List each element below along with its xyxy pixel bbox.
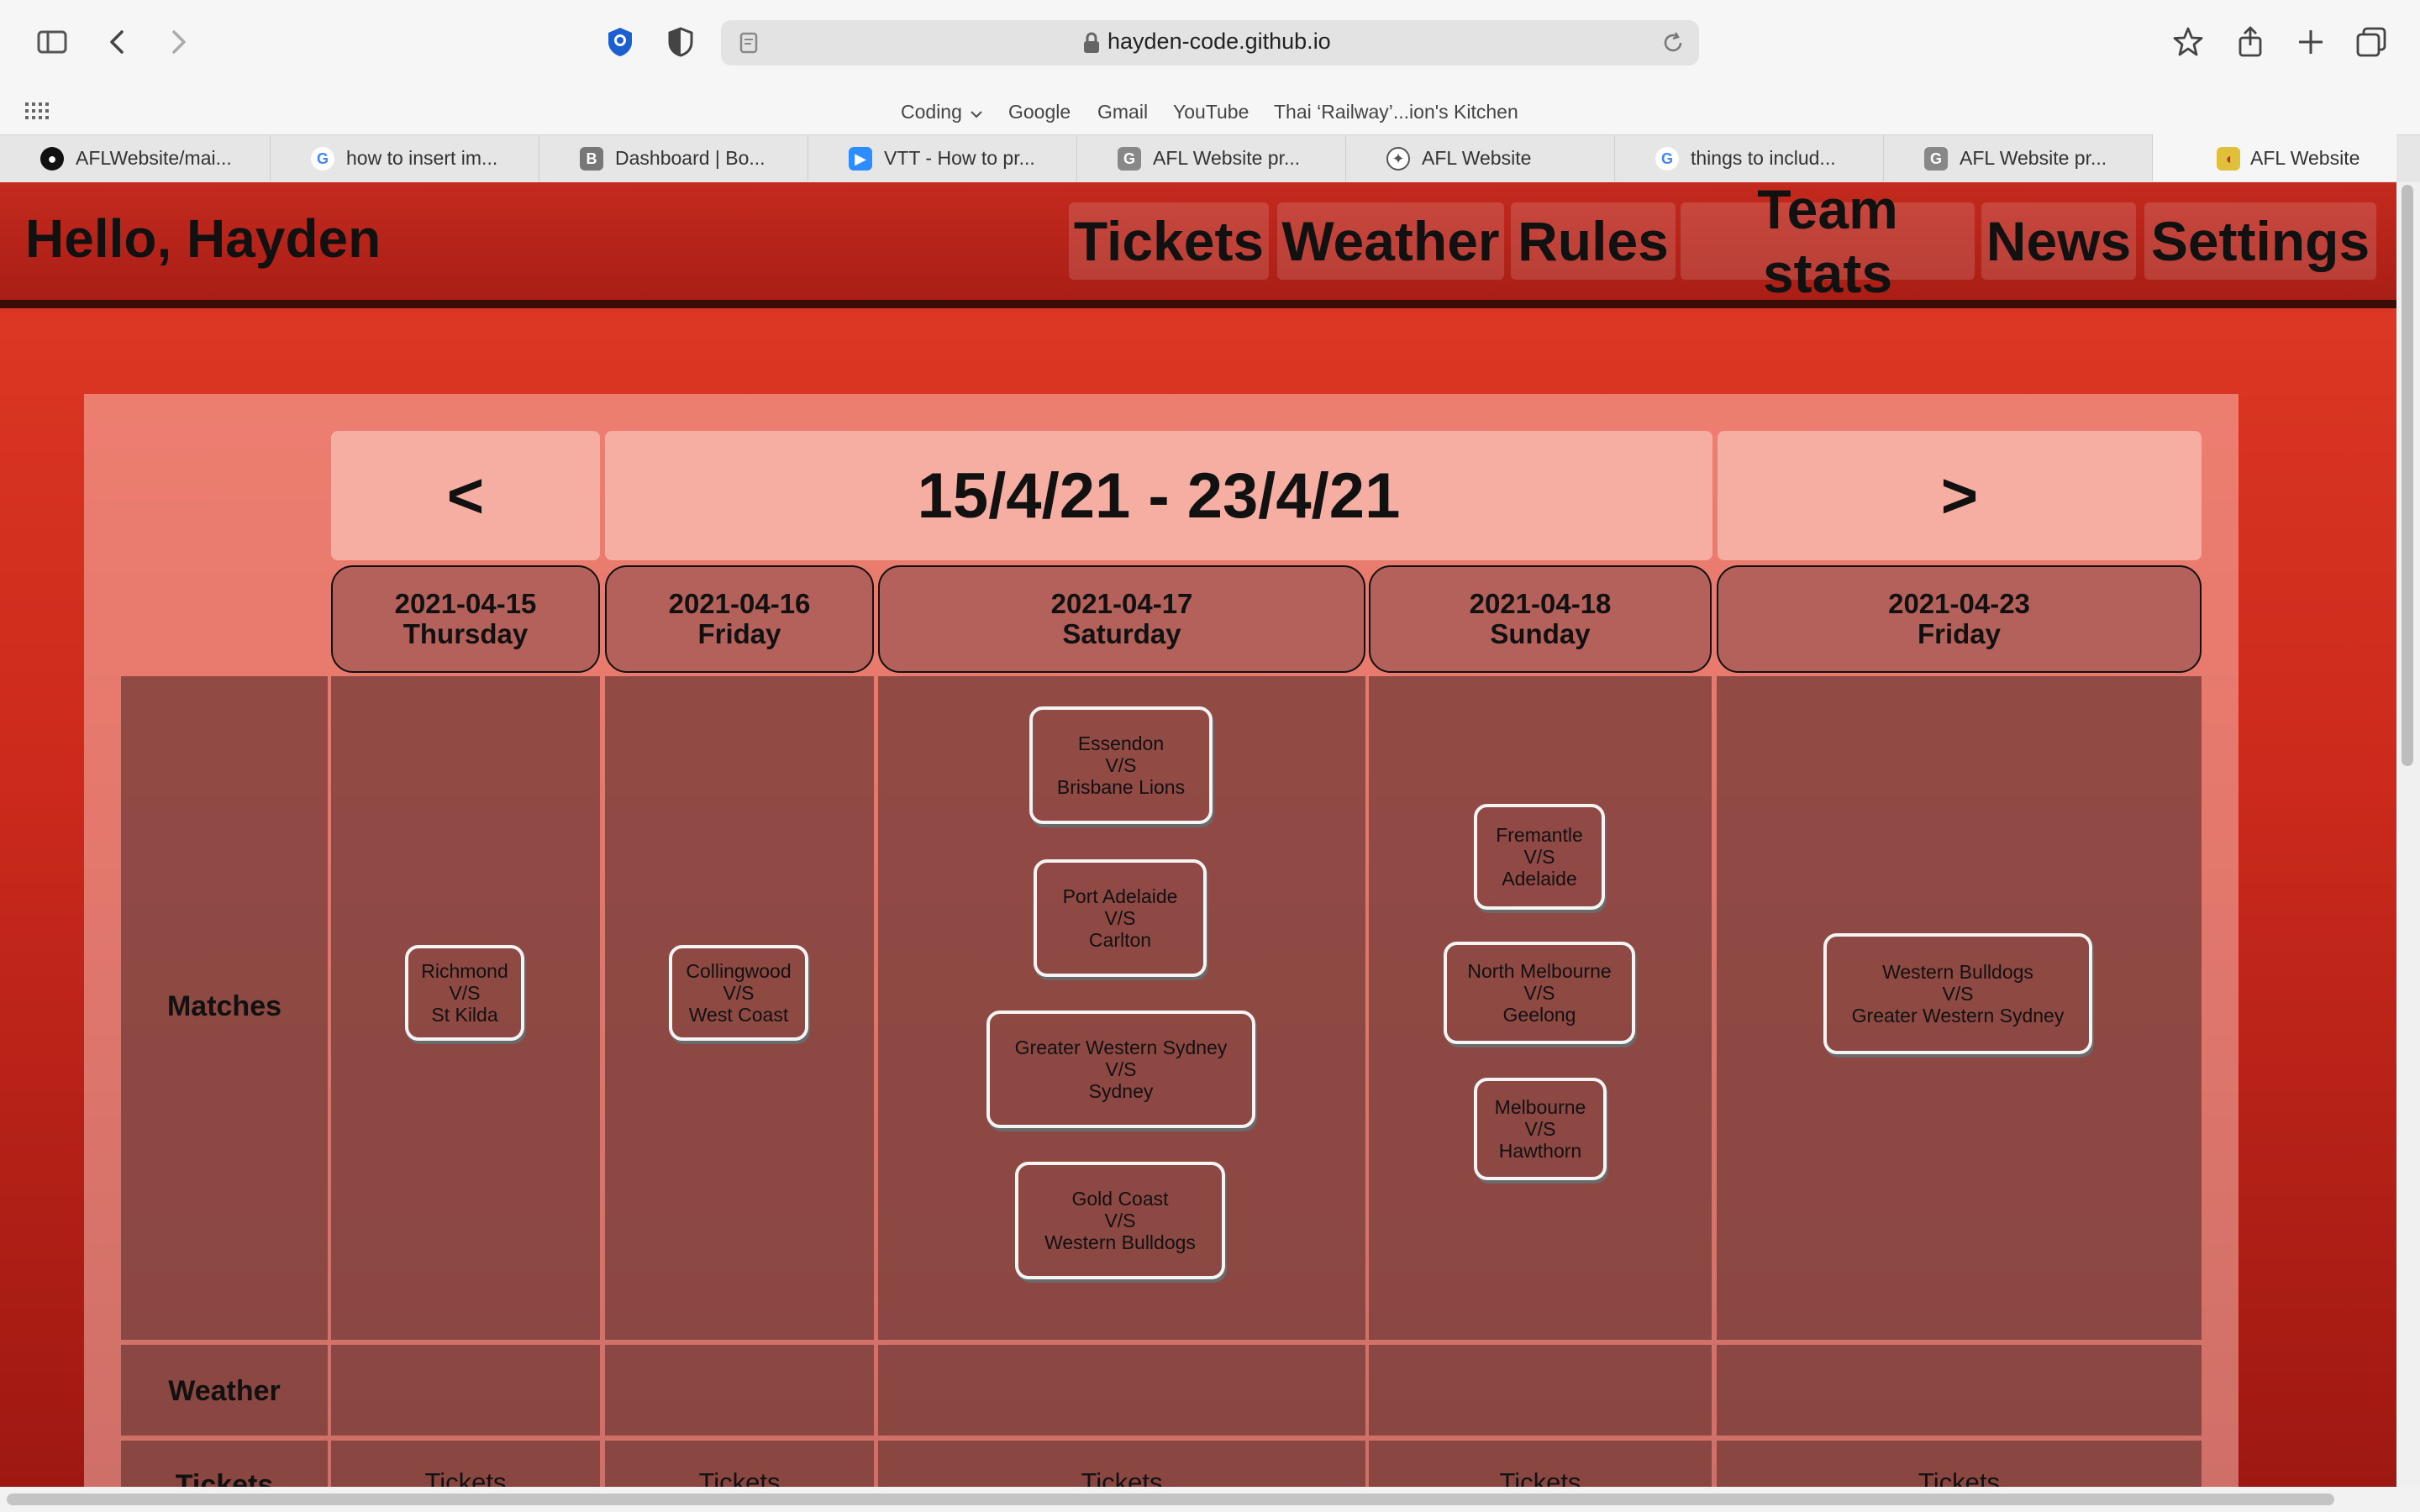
favorite-coding[interactable]: Coding [901,101,962,123]
tickets-link[interactable]: Tickets [878,1467,1365,1487]
privacy-shield-icon[interactable] [659,20,702,64]
tab-afl-website-1[interactable]: ✦ AFL Website [1346,134,1615,181]
favorite-google[interactable]: Google [1008,101,1071,123]
compass-icon: ✦ [1386,147,1410,171]
tab-afl-website-pr-1[interactable]: G AFL Website pr... [1077,134,1346,181]
page: Hello, Hayden Tickets Weather Rules Team… [0,182,2396,1487]
horizontal-scroll-thumb[interactable] [7,1494,2334,1505]
nav-weather[interactable]: Weather [1277,202,1504,280]
b-icon: B [580,147,603,171]
tab-afl-website-pr-2[interactable]: G AFL Website pr... [1884,134,2153,181]
tab-overview-icon[interactable] [2349,20,2393,64]
favorite-gmail[interactable]: Gmail [1097,101,1148,123]
tab-aflwebsite-github[interactable]: ● AFLWebsite/mai... [0,134,271,181]
match-card[interactable]: Collingwood V/S West Coast [669,945,808,1041]
day-header-2021-04-23: 2021-04-23 Friday [1717,565,2202,673]
g-icon: G [1118,147,1141,171]
weather-cell [605,1345,874,1436]
match-card[interactable]: Fremantle V/S Adelaide [1474,804,1605,910]
favorite-youtube[interactable]: YouTube [1173,101,1249,123]
tab-how-to-insert[interactable]: G how to insert im... [271,134,539,181]
weather-cell [878,1345,1365,1436]
tickets-link[interactable]: Tickets [605,1467,874,1487]
browser-toolbar: hayden-code.github.io [0,0,2420,84]
tickets-link[interactable]: Tickets [1369,1467,1712,1487]
matches-row-label: Matches [166,990,282,1022]
lock-icon [1084,32,1099,53]
match-card[interactable]: Western Bulldogs V/S Greater Western Sydne… [1823,933,2092,1054]
tickets-link[interactable]: Tickets [1717,1467,2202,1487]
nav-rules[interactable]: Rules [1511,202,1676,280]
match-card[interactable]: North Melbourne V/S Geelong [1444,942,1635,1044]
favorites-grid-icon[interactable] [25,102,49,119]
header-divider [0,300,2396,308]
match-card[interactable]: Gold Coast V/S Western Bulldogs [1015,1162,1225,1279]
vertical-scroll-thumb[interactable] [2402,185,2413,766]
match-card[interactable]: Essendon V/S Brisbane Lions [1029,706,1213,824]
day-header-2021-04-15: 2021-04-15 Thursday [331,565,600,673]
day-header-2021-04-17: 2021-04-17 Saturday [878,565,1365,673]
match-card[interactable]: Greater Western Sydney V/S Sydney [986,1011,1255,1128]
sidebar-toggle-icon[interactable] [30,20,74,64]
football-icon: ◖ [2217,147,2240,171]
back-icon[interactable] [96,20,139,64]
zoom-icon: ▶ [849,147,872,171]
site-header: Hello, Hayden Tickets Weather Rules Team… [0,182,2396,304]
favorite-thai-railway[interactable]: Thai ‘Railway’...ion's Kitchen [1274,101,1518,123]
match-card[interactable]: Melbourne V/S Hawthorn [1474,1078,1607,1180]
weather-cell [1369,1345,1712,1436]
tab-vtt[interactable]: ▶ VTT - How to pr... [808,134,1077,181]
weather-row-label: Weather [168,1375,281,1407]
google-icon: G [311,147,334,171]
nav-news[interactable]: News [1981,202,2136,280]
weather-cell [331,1345,600,1436]
google-icon: G [1655,147,1679,171]
day-header-2021-04-18: 2021-04-18 Sunday [1369,565,1712,673]
prev-week-button[interactable]: < [331,431,600,560]
next-week-button[interactable]: > [1718,431,2202,560]
weather-cell [1717,1345,2202,1436]
chevron-down-icon[interactable] [970,109,983,119]
nav-tickets[interactable]: Tickets [1069,202,1269,280]
tab-things-to-include[interactable]: G things to includ... [1615,134,1884,181]
tickets-link[interactable]: Tickets [331,1467,600,1487]
greeting: Hello, Hayden [25,208,381,269]
date-range-title: 15/4/21 - 23/4/21 [605,431,1712,560]
nav-team-stats[interactable]: Team stats [1681,182,1975,304]
g-icon: G [1924,147,1948,171]
tickets-row-label: Tickets [175,1469,274,1487]
tab-afl-website-active[interactable]: ◖ AFL Website [2153,134,2396,181]
tab-dashboard[interactable]: B Dashboard | Bo... [539,134,808,181]
address-bar[interactable]: hayden-code.github.io [721,20,1699,66]
match-card[interactable]: Richmond V/S St Kilda [405,945,524,1041]
bookmark-star-icon[interactable] [2166,20,2210,64]
reader-icon[interactable] [736,30,761,55]
forward-icon[interactable] [156,20,200,64]
nav-settings[interactable]: Settings [2144,202,2376,280]
github-icon: ● [40,147,64,171]
password-manager-icon[interactable] [598,20,642,64]
reload-icon[interactable] [1660,30,1686,55]
day-header-2021-04-16: 2021-04-16 Friday [605,565,874,673]
match-card[interactable]: Port Adelaide V/S Carlton [1034,859,1207,977]
share-icon[interactable] [2228,20,2272,64]
url-text: hayden-code.github.io [1107,29,1331,54]
new-tab-icon[interactable] [2289,20,2333,64]
